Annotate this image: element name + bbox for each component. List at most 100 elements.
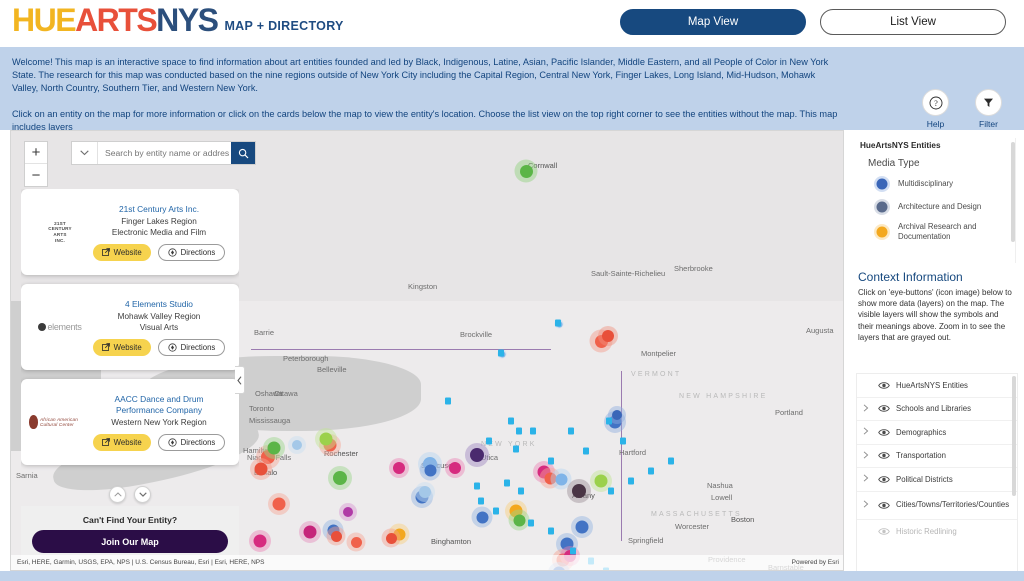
legend-subtitle: Media Type <box>868 158 920 169</box>
intro-actions: ? Help Filter <box>922 89 1002 129</box>
entity-card-buttons: Website Directions <box>91 433 227 451</box>
entity-title[interactable]: 21st Century Arts Inc. <box>91 204 227 215</box>
entity-card[interactable]: elements 4 Elements Studio Mohawk Valley R… <box>21 284 239 370</box>
chevron-down-icon[interactable] <box>72 142 98 164</box>
layer-row[interactable]: Transportation <box>857 445 1017 468</box>
search-icon[interactable] <box>231 142 255 164</box>
entity-title[interactable]: 4 Elements Studio <box>91 299 227 310</box>
search-input[interactable] <box>98 147 231 159</box>
zoom-out-button[interactable]: − <box>25 164 47 186</box>
entity-title[interactable]: AACC Dance and Drum Performance Company <box>91 394 227 416</box>
eye-icon[interactable] <box>877 451 890 460</box>
website-button[interactable]: Website <box>92 338 151 356</box>
eye-icon[interactable] <box>877 404 890 413</box>
map-entity-marker[interactable] <box>567 479 591 503</box>
expand-arrow-icon[interactable] <box>863 427 871 437</box>
map-entity-marker[interactable] <box>268 493 290 515</box>
directions-button[interactable]: Directions <box>157 243 226 261</box>
map-entity-marker[interactable] <box>328 466 352 490</box>
map-entity-marker[interactable] <box>288 436 306 454</box>
map-entity-marker[interactable] <box>514 159 538 183</box>
eye-icon[interactable] <box>877 381 890 390</box>
website-button[interactable]: Website <box>92 433 151 451</box>
list-view-button[interactable]: List View <box>820 9 1006 35</box>
map-entity-marker[interactable] <box>315 428 337 450</box>
map-entity-marker[interactable] <box>471 506 493 528</box>
map-poi-icon <box>486 437 492 445</box>
map-entity-marker[interactable] <box>381 528 401 548</box>
map-entity-marker[interactable] <box>598 326 618 346</box>
legend-item-label: Multidisciplinary <box>898 179 954 189</box>
map-poi-icon <box>504 479 510 487</box>
website-button-label: Website <box>113 342 142 352</box>
layer-row[interactable]: Cities/Towns/Territories/Counties <box>857 492 1017 520</box>
map-view-button[interactable]: Map View <box>620 9 806 35</box>
layer-row[interactable]: HueArtsNYS Entities <box>857 374 1017 398</box>
layer-row[interactable]: Political Districts <box>857 468 1017 492</box>
map-container[interactable]: Cornwall Brockville Kingston Peterborough Be… <box>10 130 844 571</box>
chevron-left-icon[interactable] <box>235 366 245 394</box>
map-entity-marker[interactable] <box>346 532 366 552</box>
help-button[interactable]: ? Help <box>922 89 949 129</box>
map-entity-marker[interactable] <box>571 516 593 538</box>
layer-row[interactable]: Historic Redlining <box>857 520 1017 544</box>
entity-card[interactable]: African American Cultural Center AACC Dan… <box>21 379 239 465</box>
legend-items: Multidisciplinary Architecture and Design… <box>856 176 1015 241</box>
site-logo[interactable]: HUE ARTS NYS MAP + DIRECTORY <box>12 4 344 36</box>
filter-button[interactable]: Filter <box>975 89 1002 129</box>
expand-arrow-icon[interactable] <box>863 404 871 414</box>
layers-scrollbar[interactable] <box>1012 376 1016 496</box>
expand-arrow-icon[interactable] <box>863 451 871 461</box>
map-entity-marker[interactable] <box>415 482 435 502</box>
marker-core <box>424 464 436 476</box>
marker-core <box>292 440 302 450</box>
map-entity-marker[interactable] <box>508 509 530 531</box>
map-poi-icon <box>518 487 524 495</box>
layer-row[interactable]: Demographics <box>857 421 1017 445</box>
eye-icon[interactable] <box>877 501 890 510</box>
logo-nys-text: NYS <box>156 2 219 38</box>
external-link-icon <box>101 343 110 351</box>
website-button-label: Website <box>113 247 142 257</box>
entity-card-list[interactable]: 21ST CENTURY ARTS INC. 21st Century Arts Inc… <box>21 189 239 509</box>
map-entity-marker[interactable] <box>263 437 285 459</box>
map-entity-marker[interactable] <box>419 459 441 481</box>
filter-label: Filter <box>979 119 998 129</box>
map-entity-marker[interactable] <box>465 443 489 467</box>
legend-title: HueArtsNYS Entities <box>860 141 941 150</box>
attribution-sources: Esri, HERE, Garmin, USGS, EPA, NPS | U.S… <box>17 559 265 566</box>
entity-card[interactable]: 21ST CENTURY ARTS INC. 21st Century Arts Inc… <box>21 189 239 275</box>
map-entity-marker[interactable] <box>326 526 346 546</box>
eye-icon[interactable] <box>877 428 890 437</box>
zoom-in-button[interactable]: + <box>25 142 47 164</box>
eye-icon[interactable] <box>877 475 890 484</box>
chevron-down-icon[interactable] <box>134 486 151 503</box>
map-entity-marker[interactable] <box>250 458 272 480</box>
map-entity-marker[interactable] <box>249 530 271 552</box>
marker-core <box>350 536 362 548</box>
expand-arrow-icon[interactable] <box>863 474 871 484</box>
marker-core <box>519 164 533 178</box>
marker-core <box>513 514 525 526</box>
legend-item: Multidisciplinary <box>874 176 1015 192</box>
layer-row[interactable]: Schools and Libraries <box>857 398 1017 421</box>
legend-scrollbar[interactable] <box>1011 142 1015 242</box>
legend-symbol-icon <box>874 176 890 192</box>
eye-icon[interactable] <box>877 527 890 536</box>
marker-core <box>254 462 268 476</box>
marker-core <box>572 484 586 498</box>
entity-region: Finger Lakes Region <box>121 216 197 226</box>
map-entity-marker[interactable] <box>389 458 409 478</box>
map-entity-marker[interactable] <box>299 521 321 543</box>
entity-card-buttons: Website Directions <box>91 243 227 261</box>
map-entity-marker[interactable] <box>445 458 465 478</box>
layers-list[interactable]: HueArtsNYS Entities Schools and Libraries… <box>856 373 1018 573</box>
directions-button[interactable]: Directions <box>157 338 226 356</box>
website-button[interactable]: Website <box>92 243 151 261</box>
chevron-up-icon[interactable] <box>109 486 126 503</box>
expand-arrow-icon[interactable] <box>863 500 871 510</box>
join-our-map-button[interactable]: Join Our Map <box>32 530 228 553</box>
card-scroll-controls <box>21 486 239 503</box>
map-entity-marker[interactable] <box>339 503 357 521</box>
directions-button[interactable]: Directions <box>157 433 226 451</box>
